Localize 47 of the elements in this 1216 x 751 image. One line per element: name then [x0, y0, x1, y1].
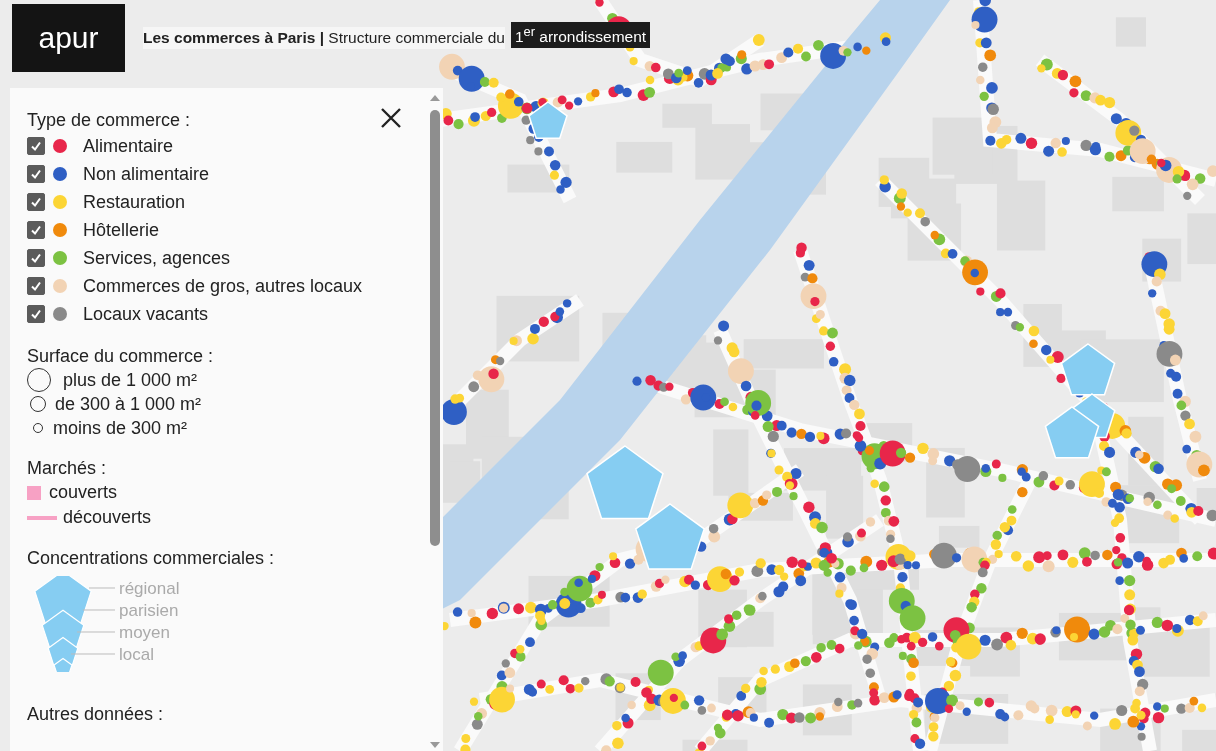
check-icon [29, 195, 43, 209]
checkbox[interactable] [27, 277, 45, 295]
leader-line [76, 631, 116, 633]
check-icon [29, 251, 43, 265]
legend-label: moyen [119, 623, 171, 642]
square-icon [27, 485, 41, 500]
legend-label: local [119, 645, 154, 664]
checkbox[interactable] [27, 193, 45, 211]
legend-label: Alimentaire [83, 135, 174, 157]
section-title: Surface du commerce : [27, 345, 214, 368]
legend-label: régional [119, 579, 180, 598]
checkbox[interactable] [27, 165, 45, 183]
close-icon[interactable] [380, 107, 402, 129]
scroll-down-icon[interactable] [429, 741, 441, 749]
scroll-up-icon[interactable] [429, 94, 441, 102]
legend-label: plus de 1 000 m² [63, 369, 198, 391]
legend-label: moins de 300 m² [53, 417, 188, 439]
leader-line [82, 609, 116, 611]
check-icon [29, 307, 43, 321]
legend-label: de 300 à 1 000 m² [55, 393, 202, 415]
legend-label: Commerces de gros, autres locaux [83, 275, 363, 297]
leader-line [70, 653, 116, 655]
legend-label: couverts [49, 482, 118, 503]
checkbox[interactable] [27, 137, 45, 155]
check-icon [29, 223, 43, 237]
checkbox[interactable] [27, 249, 45, 267]
apur-logo: apur [12, 4, 125, 72]
legend-label: Services, agences [83, 247, 231, 269]
legend-label: Locaux vacants [83, 303, 209, 325]
map-title: Les commerces à Paris | Structure commerciale du [143, 27, 505, 49]
check-icon [29, 279, 43, 293]
section-title: Autres données : [27, 703, 164, 726]
checkbox[interactable] [27, 305, 45, 323]
legend-label: Hôtellerie [83, 219, 160, 241]
legend-label: Non alimentaire [83, 163, 210, 185]
legend-label: découverts [63, 507, 152, 528]
section-title: Marchés : [27, 457, 107, 480]
leader-line [88, 587, 116, 589]
checkbox[interactable] [27, 221, 45, 239]
district-badge: 1$^{er}$ arrondissement [510, 21, 651, 49]
check-icon [29, 167, 43, 181]
section-title: Concentrations commerciales : [27, 547, 275, 570]
section-title: Type de commerce : [27, 109, 191, 132]
legend-label: Restauration [83, 191, 186, 213]
scrollbar-thumb[interactable] [430, 110, 440, 546]
legend-label: parisien [119, 601, 179, 620]
check-icon [29, 139, 43, 153]
